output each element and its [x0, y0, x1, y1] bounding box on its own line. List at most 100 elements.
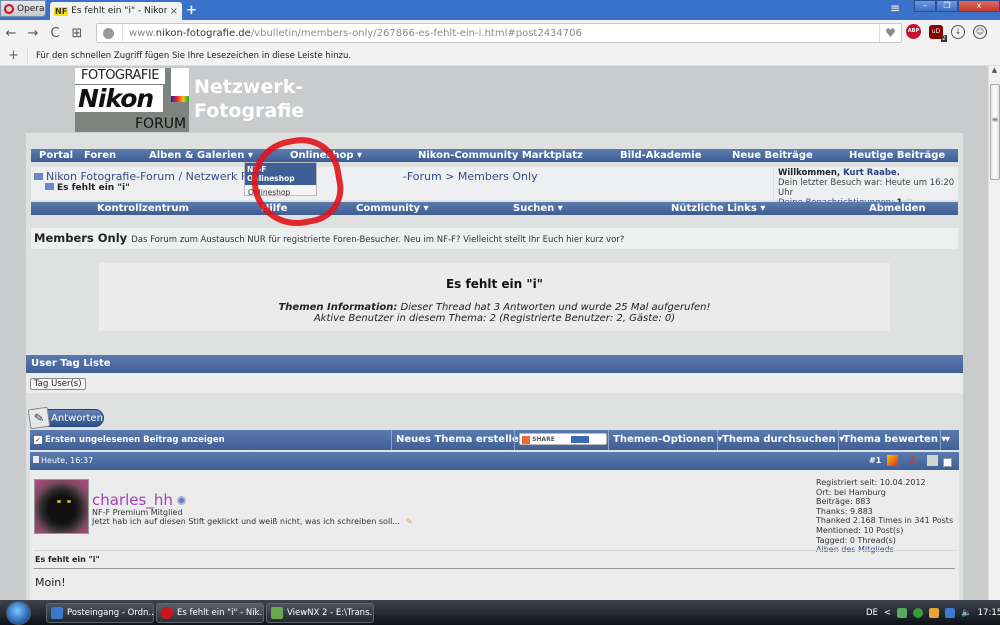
avatar-eye	[57, 500, 61, 503]
nav-kontrollzentrum[interactable]: Kontrollzentrum	[97, 202, 189, 215]
tray-volume-icon[interactable]: 🔈	[961, 608, 972, 618]
tab-close-icon[interactable]: ×	[170, 6, 178, 17]
language-indicator[interactable]: DE	[866, 608, 878, 618]
site-name: Netzwerk- Fotografie	[194, 75, 304, 123]
post-number[interactable]: #1	[869, 452, 881, 470]
site-name-line2: Fotografie	[194, 100, 305, 122]
post-divider	[34, 568, 955, 569]
taskbar-item-viewnx[interactable]: ViewNX 2 - E:\Trans...	[266, 603, 374, 623]
forward-button[interactable]: →	[22, 26, 44, 41]
user-title: NF-F Premium Mitglied	[92, 508, 183, 517]
ublock-icon[interactable]: uD 2	[929, 24, 947, 42]
post-select-checkbox[interactable]	[943, 458, 952, 467]
adblock-plus-icon[interactable]: ABP	[906, 24, 921, 39]
nav-onlineshop[interactable]: Onlineshop ▾	[290, 149, 362, 162]
opera-menu-label: Opera	[17, 3, 45, 14]
bookmarks-bar: + Für den schnellen Zugriff fügen Sie Ih…	[0, 46, 1000, 66]
secondary-navbar: Kontrollzentrum Hilfe Community ▾ Suchen…	[31, 202, 958, 215]
post-username[interactable]: charles_hh	[92, 491, 186, 509]
site-info-icon[interactable]	[103, 27, 114, 39]
account-icon[interactable]: ☺	[973, 24, 987, 39]
reply-pen-icon: ✎	[27, 406, 51, 430]
add-bookmark-button[interactable]: +	[0, 48, 28, 63]
browser-titlebar: Opera NF Es fehlt ein "i" - Nikon Foto ×…	[0, 0, 1000, 20]
downloads-icon[interactable]: ↓	[951, 24, 965, 39]
system-tray: DE < 🔈 17:15	[866, 600, 1000, 625]
breadcrumb-current: Es fehlt ein "i"	[45, 183, 130, 193]
nav-community[interactable]: Community ▾	[356, 202, 429, 215]
nav-abmelden[interactable]: Abmelden	[869, 202, 926, 215]
opera-menu-button[interactable]: Opera	[0, 0, 46, 17]
tab-title: Es fehlt ein "i" - Nikon Foto	[71, 6, 167, 16]
page-scrollbar[interactable]: ▲ ≡	[988, 66, 1000, 600]
nav-foren[interactable]: Foren	[84, 149, 116, 162]
bookmark-heart-icon[interactable]: ♥	[879, 24, 901, 42]
speed-dial-button[interactable]: ⊞	[66, 26, 88, 41]
scrollbar-thumb[interactable]: ≡	[990, 84, 1000, 180]
thread-rate-button[interactable]: Thema bewerten ▾	[838, 430, 946, 450]
tray-security-icon[interactable]	[913, 607, 924, 618]
thread-options-button[interactable]: Themen-Optionen ▾	[608, 430, 722, 450]
nav-heutige-beitraege[interactable]: Heutige Beiträge	[849, 149, 945, 162]
nav-suchen[interactable]: Suchen ▾	[513, 202, 563, 215]
task-label: Es fehlt ein "i" - Nik...	[177, 608, 264, 618]
url-prefix: www.	[129, 27, 156, 39]
breadcrumb-link-members-only[interactable]: -Forum > Members Only	[403, 170, 538, 183]
back-button[interactable]: ←	[0, 26, 22, 41]
tray-network-icon[interactable]	[945, 607, 956, 618]
user-stat: Thanked 2.168 Times in 341 Posts	[816, 516, 954, 526]
logo-forum-text: FORUM	[135, 116, 187, 132]
scroll-up-arrow-icon[interactable]: ▲	[989, 66, 1000, 78]
thread-search-button[interactable]: Thema durchsuchen ▾	[717, 430, 844, 450]
dropdown-header[interactable]: NF-F Onlineshop	[245, 163, 316, 185]
windows-taskbar: Posteingang - Ordn... Es fehlt ein "i" -…	[0, 600, 1000, 625]
forum-description: Das Forum zum Austausch NUR für registri…	[131, 235, 625, 245]
dropdown-item-onlineshop[interactable]: Onlineshop	[245, 185, 316, 200]
address-bar[interactable]: www. nikon-fotografie.de/vbulletin/member…	[96, 23, 902, 43]
user-status: Jetzt hab ich auf diesen Stift geklickt …	[92, 517, 413, 526]
opera-app-icon	[161, 607, 173, 619]
user-avatar[interactable]	[34, 479, 89, 534]
tab-menu-icon[interactable]: ≡	[890, 1, 900, 15]
restore-button[interactable]: ❐	[936, 0, 958, 12]
nav-alben[interactable]: Alben & Galerien ▾	[149, 149, 253, 162]
thread-more-button[interactable]: ▾	[940, 430, 959, 450]
ip-computer-icon[interactable]	[927, 455, 938, 466]
site-logo[interactable]: FOTOGRAFIE Nikon FORUM	[75, 68, 189, 132]
post-doc-icon	[33, 456, 39, 463]
nav-nuetzliche-links[interactable]: Nützliche Links ▾	[671, 202, 765, 215]
new-thread-button[interactable]: Neues Thema erstellen	[391, 430, 530, 450]
browser-tab-active[interactable]: NF Es fehlt ein "i" - Nikon Foto ×	[50, 2, 182, 20]
share-button[interactable]: SHARE	[519, 433, 607, 445]
first-unread-link[interactable]: ✓ Ersten ungelesenen Beitrag anzeigen	[30, 430, 391, 450]
tag-users-button[interactable]: Tag User(s)	[30, 378, 86, 390]
reply-button[interactable]: ✎ Antworten	[27, 406, 104, 430]
url-path: /vbulletin/members-only/267866-es-fehlt-…	[250, 27, 582, 39]
reload-button[interactable]: C	[44, 26, 66, 41]
edit-status-pencil-icon[interactable]: ✎	[406, 517, 413, 526]
new-tab-button[interactable]: +	[186, 3, 197, 18]
yellow-red-card-icon[interactable]	[887, 455, 898, 466]
tray-clock[interactable]: 17:15	[978, 608, 1000, 618]
tray-mail-icon[interactable]	[897, 607, 908, 618]
nav-neue-beitraege[interactable]: Neue Beiträge	[732, 149, 813, 162]
ublock-label: uD	[931, 27, 941, 35]
taskbar-item-mail[interactable]: Posteingang - Ordn...	[46, 603, 154, 623]
minimize-button[interactable]: –	[914, 0, 936, 12]
report-warning-icon[interactable]: ⚠	[907, 455, 918, 466]
nav-hilfe[interactable]: Hilfe	[261, 202, 287, 215]
taskbar-item-opera[interactable]: Es fehlt ein "i" - Nik...	[156, 603, 264, 623]
nav-bild-akademie[interactable]: Bild-Akademie	[620, 149, 702, 162]
close-window-button[interactable]: x	[958, 0, 1000, 12]
forum-home-icon	[34, 173, 43, 180]
nav-marktplatz[interactable]: Nikon-Community Marktplatz	[418, 149, 583, 162]
tray-warning-icon[interactable]	[929, 607, 940, 618]
welcome-username[interactable]: Kurt Raabe.	[843, 168, 900, 178]
start-button[interactable]	[6, 601, 31, 625]
user-tag-area: Tag User(s)	[26, 373, 963, 393]
nav-portal[interactable]: Portal	[39, 149, 73, 162]
site-name-line1: Netzwerk-	[194, 76, 304, 98]
welcome-greeting: Willkommen,	[778, 168, 844, 178]
post-title: Es fehlt ein "i"	[35, 555, 100, 564]
tray-expand-icon[interactable]: <	[884, 608, 891, 618]
